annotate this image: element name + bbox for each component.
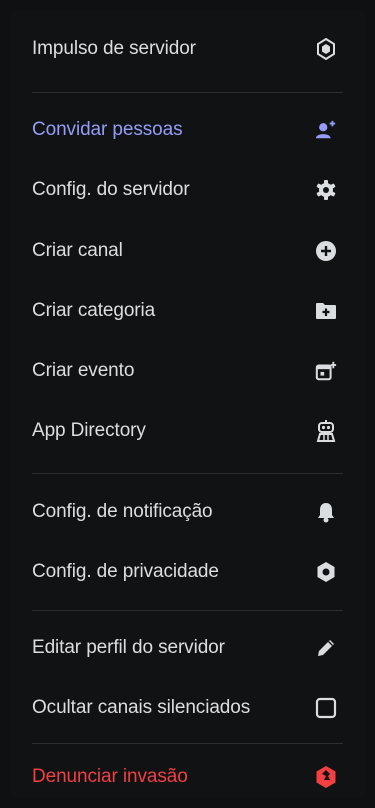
menu-item-label: Editar perfil do servidor <box>32 637 225 658</box>
menu-item-server-settings[interactable]: Config. do servidor <box>10 161 365 219</box>
menu-item-label: Criar canal <box>32 240 123 261</box>
menu-item-label: Config. de notificação <box>32 501 213 522</box>
menu-item-notification-settings[interactable]: Config. de notificação <box>10 483 365 541</box>
menu-item-edit-server-profile[interactable]: Editar perfil do servidor <box>10 619 365 677</box>
robot-icon <box>315 420 337 442</box>
divider <box>32 610 343 611</box>
divider <box>32 743 343 744</box>
folder-plus-icon <box>315 300 337 322</box>
menu-item-hide-muted-channels[interactable]: Ocultar canais silenciados <box>10 679 365 737</box>
menu-item-privacy-settings[interactable]: Config. de privacidade <box>10 543 365 601</box>
menu-item-app-directory[interactable]: App Directory <box>10 402 365 460</box>
menu-item-label: Config. do servidor <box>32 179 190 200</box>
pencil-icon <box>315 637 337 659</box>
bell-icon <box>315 501 337 523</box>
menu-item-label: Ocultar canais silenciados <box>32 697 251 718</box>
menu-item-label: Denunciar invasão <box>32 766 188 787</box>
divider <box>32 92 343 93</box>
gear-icon <box>315 179 337 201</box>
menu-item-label: Impulso de servidor <box>32 38 196 59</box>
menu-item-report-raid[interactable]: Denunciar invasão <box>10 748 365 806</box>
divider <box>32 473 343 474</box>
menu-item-label: Criar categoria <box>32 300 156 321</box>
calendar-plus-icon <box>315 360 337 382</box>
menu-item-label: Config. de privacidade <box>32 561 219 582</box>
menu-item-create-event[interactable]: Criar evento <box>10 342 365 400</box>
shield-icon <box>315 561 337 583</box>
checkbox-icon[interactable] <box>315 697 337 719</box>
menu-item-server-boost[interactable]: Impulso de servidor <box>10 20 365 78</box>
menu-item-label: Convidar pessoas <box>32 119 183 140</box>
menu-item-label: Criar evento <box>32 360 135 381</box>
add-person-icon <box>315 119 337 141</box>
menu-item-label: App Directory <box>32 420 146 441</box>
menu-item-invite-people[interactable]: Convidar pessoas <box>10 101 365 159</box>
server-context-menu: Impulso de servidor Convidar pessoas Con… <box>10 10 365 798</box>
menu-item-create-category[interactable]: Criar categoria <box>10 282 365 340</box>
boost-icon <box>315 38 337 60</box>
report-shield-icon <box>315 766 337 788</box>
menu-item-create-channel[interactable]: Criar canal <box>10 222 365 280</box>
plus-circle-icon <box>315 240 337 262</box>
